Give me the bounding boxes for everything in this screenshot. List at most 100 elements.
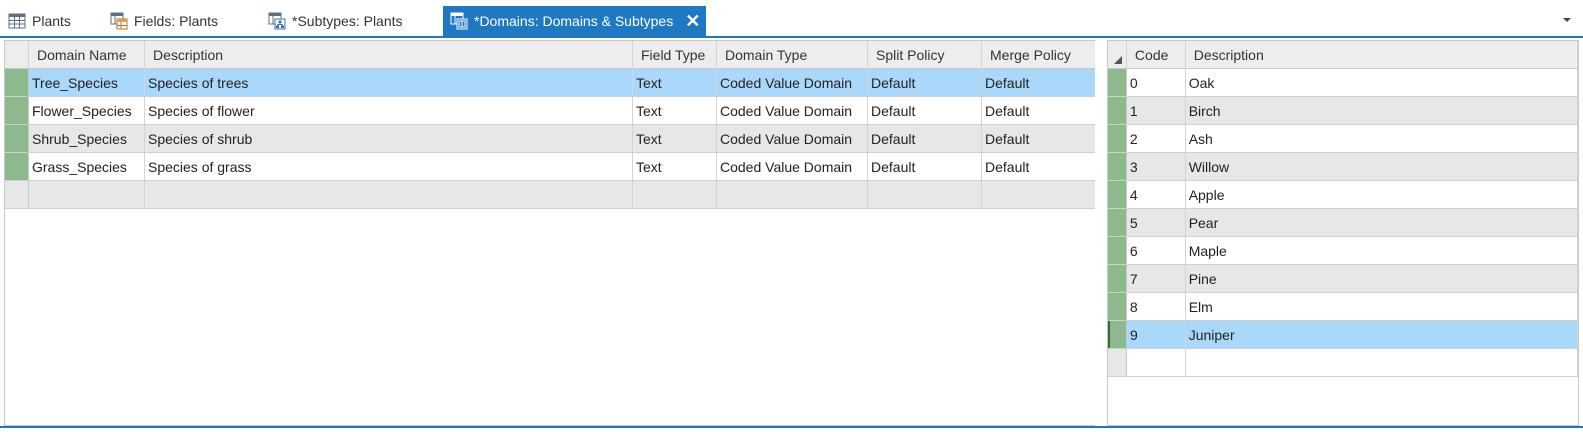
domain-name-cell[interactable]: Grass_Species — [29, 153, 145, 180]
description-cell[interactable]: Pine — [1186, 265, 1578, 292]
row-selector[interactable] — [5, 125, 29, 152]
row-selector[interactable] — [1108, 293, 1127, 320]
merge-policy-cell[interactable]: Default — [982, 153, 1098, 180]
row-selector[interactable] — [1108, 125, 1127, 152]
chevron-down-icon[interactable] — [1561, 14, 1573, 26]
table-row[interactable]: 1 Birch — [1108, 97, 1578, 125]
table-row[interactable]: 3 Willow — [1108, 153, 1578, 181]
description-cell[interactable]: Pear — [1186, 209, 1578, 236]
description-cell[interactable]: Species of shrub — [145, 125, 633, 152]
table-row[interactable]: 8 Elm — [1108, 293, 1578, 321]
domain-type-cell[interactable]: Coded Value Domain — [717, 97, 868, 124]
code-cell[interactable] — [1127, 349, 1186, 376]
field-type-cell[interactable]: Text — [633, 153, 717, 180]
description-cell[interactable]: Juniper — [1186, 321, 1578, 348]
code-cell[interactable]: 3 — [1127, 153, 1186, 180]
description-cell[interactable]: Maple — [1186, 237, 1578, 264]
column-header-split-policy[interactable]: Split Policy — [868, 41, 982, 69]
table-row[interactable]: 6 Maple — [1108, 237, 1578, 265]
select-all-cell[interactable] — [1108, 41, 1127, 69]
description-cell[interactable] — [1186, 349, 1578, 376]
table-row[interactable]: 7 Pine — [1108, 265, 1578, 293]
split-policy-cell[interactable]: Default — [868, 153, 982, 180]
description-cell[interactable]: Elm — [1186, 293, 1578, 320]
new-row[interactable] — [5, 181, 1100, 209]
column-header-description[interactable]: Description — [145, 41, 633, 69]
code-cell[interactable]: 5 — [1127, 209, 1186, 236]
select-all-cell[interactable] — [5, 41, 29, 69]
description-cell[interactable]: Apple — [1186, 181, 1578, 208]
tab-plants-table[interactable]: Plants — [8, 6, 71, 35]
column-header-domain-name[interactable]: Domain Name — [29, 41, 145, 69]
new-row[interactable] — [1108, 349, 1578, 377]
split-policy-cell[interactable] — [868, 181, 982, 208]
merge-policy-cell[interactable]: Default — [982, 125, 1098, 152]
row-selector[interactable] — [5, 153, 29, 180]
column-header-field-type[interactable]: Field Type — [633, 41, 717, 69]
table-row[interactable]: 4 Apple — [1108, 181, 1578, 209]
table-row[interactable]: Grass_Species Species of grass Text Code… — [5, 153, 1100, 181]
table-row[interactable]: Flower_Species Species of flower Text Co… — [5, 97, 1100, 125]
domain-name-cell[interactable]: Tree_Species — [29, 69, 145, 96]
row-selector[interactable] — [5, 69, 29, 96]
split-policy-cell[interactable]: Default — [868, 125, 982, 152]
table-row[interactable]: 9 Juniper — [1108, 321, 1578, 349]
row-selector[interactable] — [1108, 209, 1127, 236]
pane-splitter[interactable] — [1095, 38, 1107, 426]
row-selector[interactable] — [1108, 321, 1127, 348]
row-selector[interactable] — [1108, 349, 1127, 376]
column-header-description[interactable]: Description — [1186, 41, 1578, 69]
description-cell[interactable]: Oak — [1186, 69, 1578, 96]
column-header-code[interactable]: Code — [1127, 41, 1186, 69]
description-cell[interactable] — [145, 181, 633, 208]
row-selector[interactable] — [1108, 265, 1127, 292]
split-policy-cell[interactable]: Default — [868, 97, 982, 124]
table-row[interactable]: Tree_Species Species of trees Text Coded… — [5, 69, 1100, 97]
row-selector[interactable] — [5, 181, 29, 208]
row-selector[interactable] — [1108, 69, 1127, 96]
domain-name-cell[interactable] — [29, 181, 145, 208]
row-selector[interactable] — [1108, 153, 1127, 180]
column-header-merge-policy[interactable]: Merge Policy — [982, 41, 1098, 69]
domain-type-cell[interactable] — [717, 181, 868, 208]
domain-type-cell[interactable]: Coded Value Domain — [717, 125, 868, 152]
description-cell[interactable]: Willow — [1186, 153, 1578, 180]
column-header-domain-type[interactable]: Domain Type — [717, 41, 868, 69]
code-cell[interactable]: 9 — [1127, 321, 1186, 348]
row-selector[interactable] — [1108, 181, 1127, 208]
code-cell[interactable]: 7 — [1127, 265, 1186, 292]
field-type-cell[interactable]: Text — [633, 125, 717, 152]
table-row[interactable]: 0 Oak — [1108, 69, 1578, 97]
domain-name-cell[interactable]: Shrub_Species — [29, 125, 145, 152]
description-cell[interactable]: Species of trees — [145, 69, 633, 96]
merge-policy-cell[interactable] — [982, 181, 1098, 208]
domain-name-cell[interactable]: Flower_Species — [29, 97, 145, 124]
row-selector[interactable] — [1108, 237, 1127, 264]
code-cell[interactable]: 2 — [1127, 125, 1186, 152]
close-icon[interactable]: ✕ — [685, 12, 700, 30]
domain-type-cell[interactable]: Coded Value Domain — [717, 153, 868, 180]
code-cell[interactable]: 1 — [1127, 97, 1186, 124]
table-row[interactable]: 5 Pear — [1108, 209, 1578, 237]
field-type-cell[interactable]: Text — [633, 69, 717, 96]
description-cell[interactable]: Ash — [1186, 125, 1578, 152]
description-cell[interactable]: Birch — [1186, 97, 1578, 124]
row-selector[interactable] — [1108, 97, 1127, 124]
field-type-cell[interactable] — [633, 181, 717, 208]
code-cell[interactable]: 0 — [1127, 69, 1186, 96]
tab-domains-view[interactable]: *Domains: Domains & Subtypes ✕ — [443, 6, 707, 36]
field-type-cell[interactable]: Text — [633, 97, 717, 124]
code-cell[interactable]: 6 — [1127, 237, 1186, 264]
split-policy-cell[interactable]: Default — [868, 69, 982, 96]
code-cell[interactable]: 4 — [1127, 181, 1186, 208]
merge-policy-cell[interactable]: Default — [982, 97, 1098, 124]
merge-policy-cell[interactable]: Default — [982, 69, 1098, 96]
description-cell[interactable]: Species of flower — [145, 97, 633, 124]
tab-fields-view[interactable]: Fields: Plants — [110, 6, 218, 35]
row-selector[interactable] — [5, 97, 29, 124]
code-cell[interactable]: 8 — [1127, 293, 1186, 320]
description-cell[interactable]: Species of grass — [145, 153, 633, 180]
tab-subtypes-view[interactable]: *Subtypes: Plants — [268, 6, 403, 35]
table-row[interactable]: Shrub_Species Species of shrub Text Code… — [5, 125, 1100, 153]
table-row[interactable]: 2 Ash — [1108, 125, 1578, 153]
